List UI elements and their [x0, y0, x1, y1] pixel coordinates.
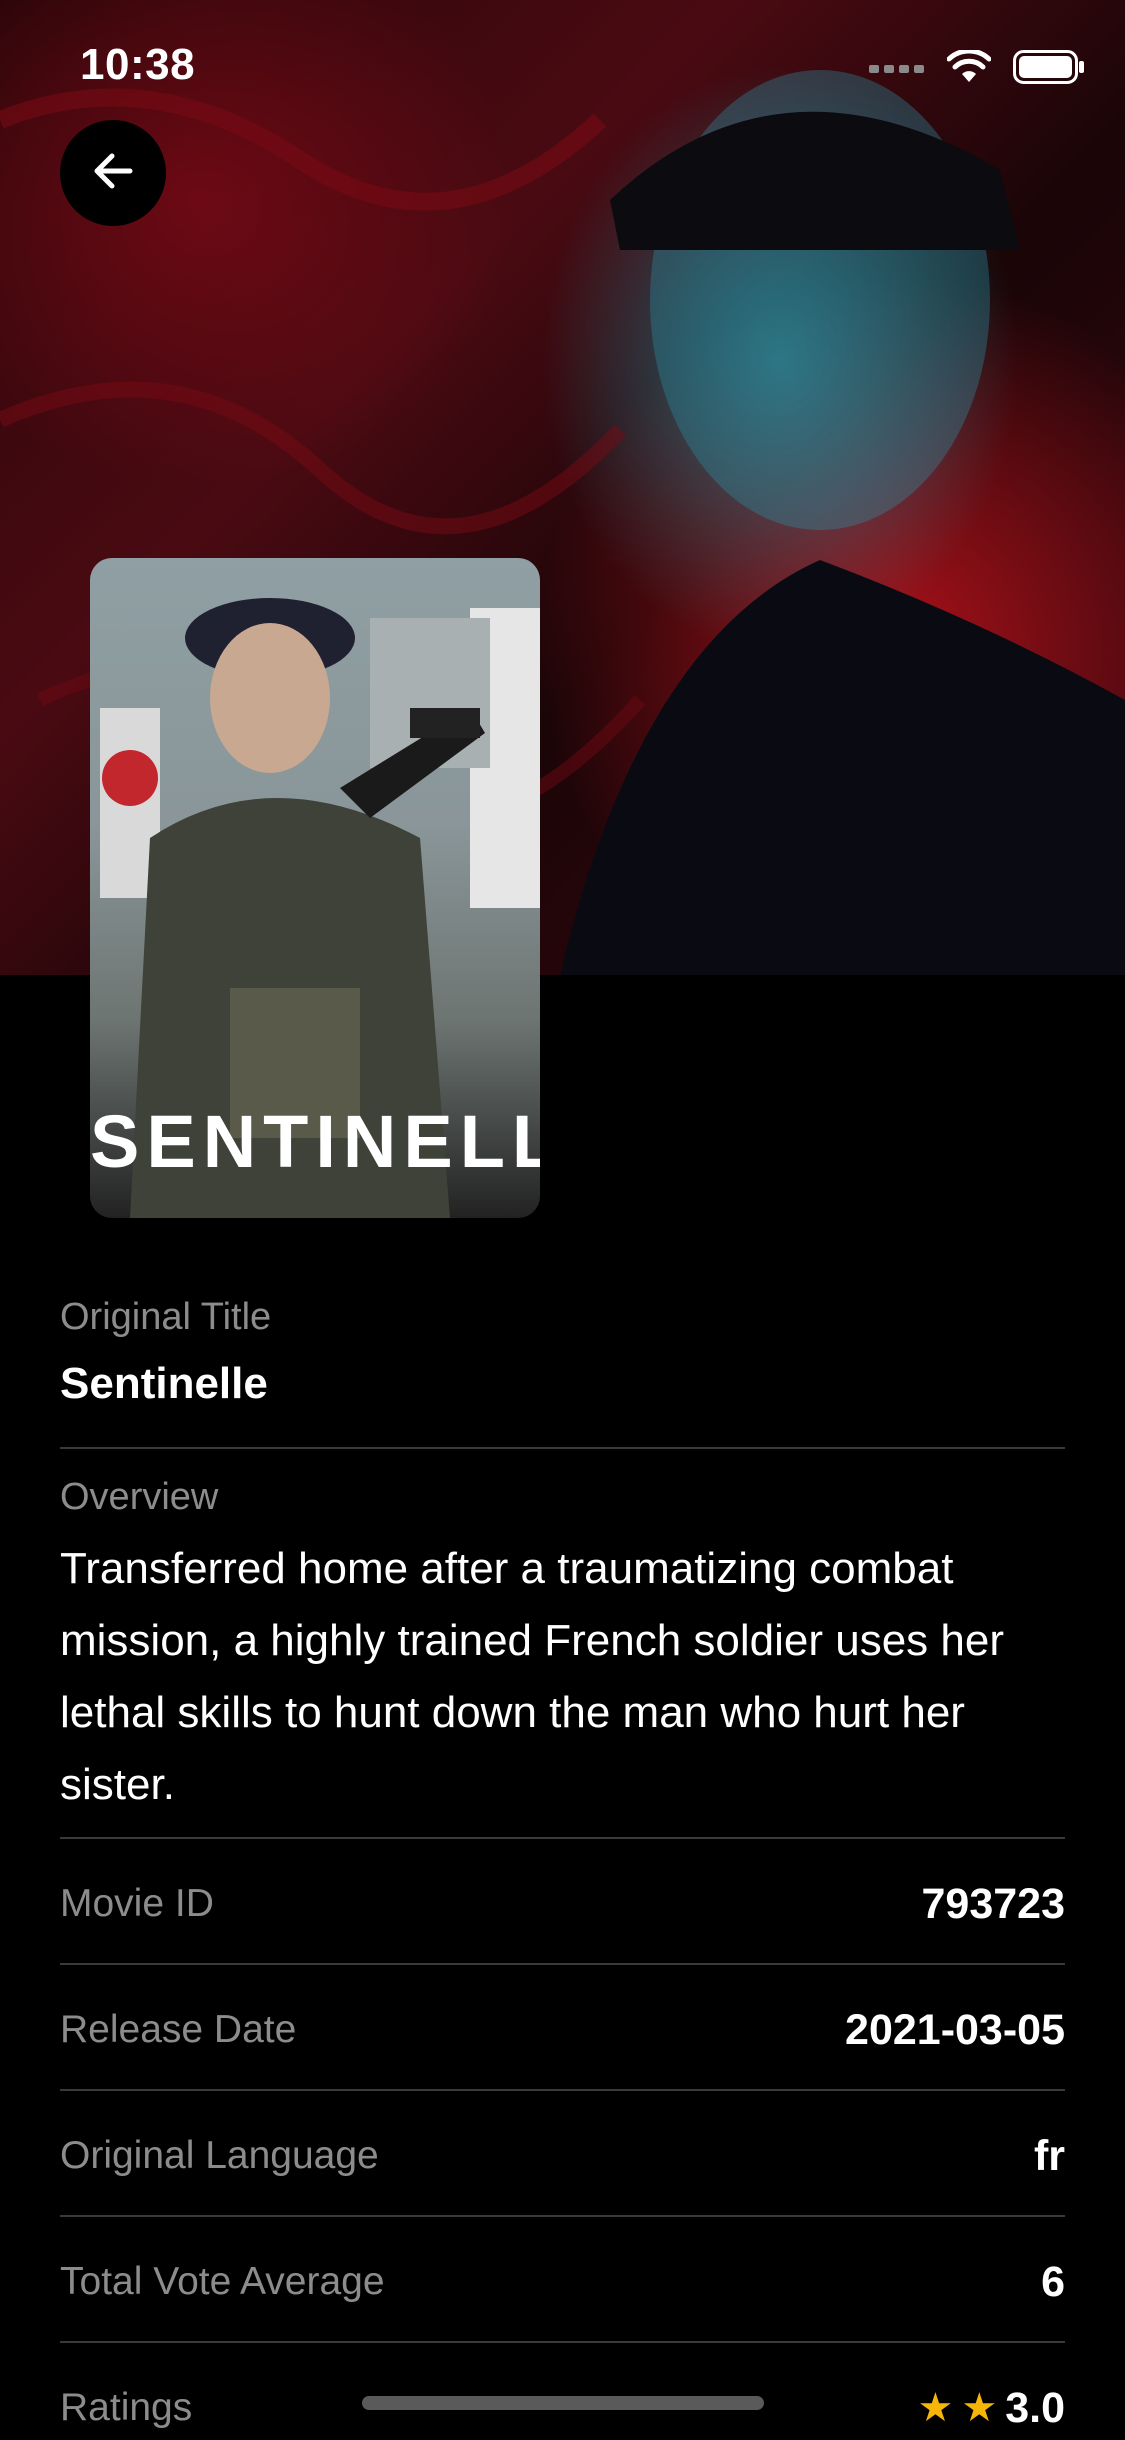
overview-label: Overview [60, 1476, 219, 1518]
status-icons [869, 48, 1085, 89]
vote-average-label: Total Vote Average [60, 2260, 385, 2303]
original-title-value: Sentinelle [60, 1359, 268, 1408]
divider [60, 2215, 1065, 2217]
divider [60, 1837, 1065, 1839]
movie-id-row: Movie ID 793723 [60, 1872, 1065, 1936]
wifi-icon [946, 48, 992, 89]
overview-section: Overview Transferred home after a trauma… [60, 1476, 1065, 1821]
vote-average-row: Total Vote Average 6 [60, 2250, 1065, 2314]
original-title-section: Original Title Sentinelle [60, 1296, 1065, 1409]
cellular-signal-icon [869, 59, 925, 80]
release-date-label: Release Date [60, 2008, 297, 2051]
release-date-value: 2021-03-05 [845, 2005, 1065, 2054]
arrow-left-icon [90, 148, 136, 199]
star-icon: ★ [917, 2386, 954, 2430]
release-date-row: Release Date 2021-03-05 [60, 1998, 1065, 2062]
movie-id-label: Movie ID [60, 1882, 214, 1925]
ratings-label: Ratings [60, 2386, 193, 2429]
divider [60, 1963, 1065, 1965]
movie-id-value: 793723 [921, 1879, 1066, 1928]
poster-image: SENTINELLE [90, 558, 540, 1218]
original-title-label: Original Title [60, 1296, 272, 1338]
status-time: 10:38 [80, 40, 196, 89]
star-icon: ★ [961, 2386, 998, 2430]
ratings-value: 3.0 [1005, 2383, 1065, 2432]
divider [60, 1447, 1065, 1449]
ratings-value-group: ★ ★ 3.0 [918, 2384, 1066, 2433]
overview-text: Transferred home after a traumatizing co… [60, 1544, 1005, 1809]
battery-icon [1013, 50, 1085, 89]
vote-average-value: 6 [1041, 2257, 1065, 2306]
original-language-value: fr [1033, 2131, 1065, 2180]
back-button[interactable] [60, 120, 166, 226]
original-language-label: Original Language [60, 2134, 379, 2177]
divider [60, 2089, 1065, 2091]
home-indicator [362, 2396, 764, 2410]
original-language-row: Original Language fr [60, 2124, 1065, 2188]
poster-title-text: SENTINELLE [90, 1100, 540, 1183]
divider [60, 2341, 1065, 2343]
